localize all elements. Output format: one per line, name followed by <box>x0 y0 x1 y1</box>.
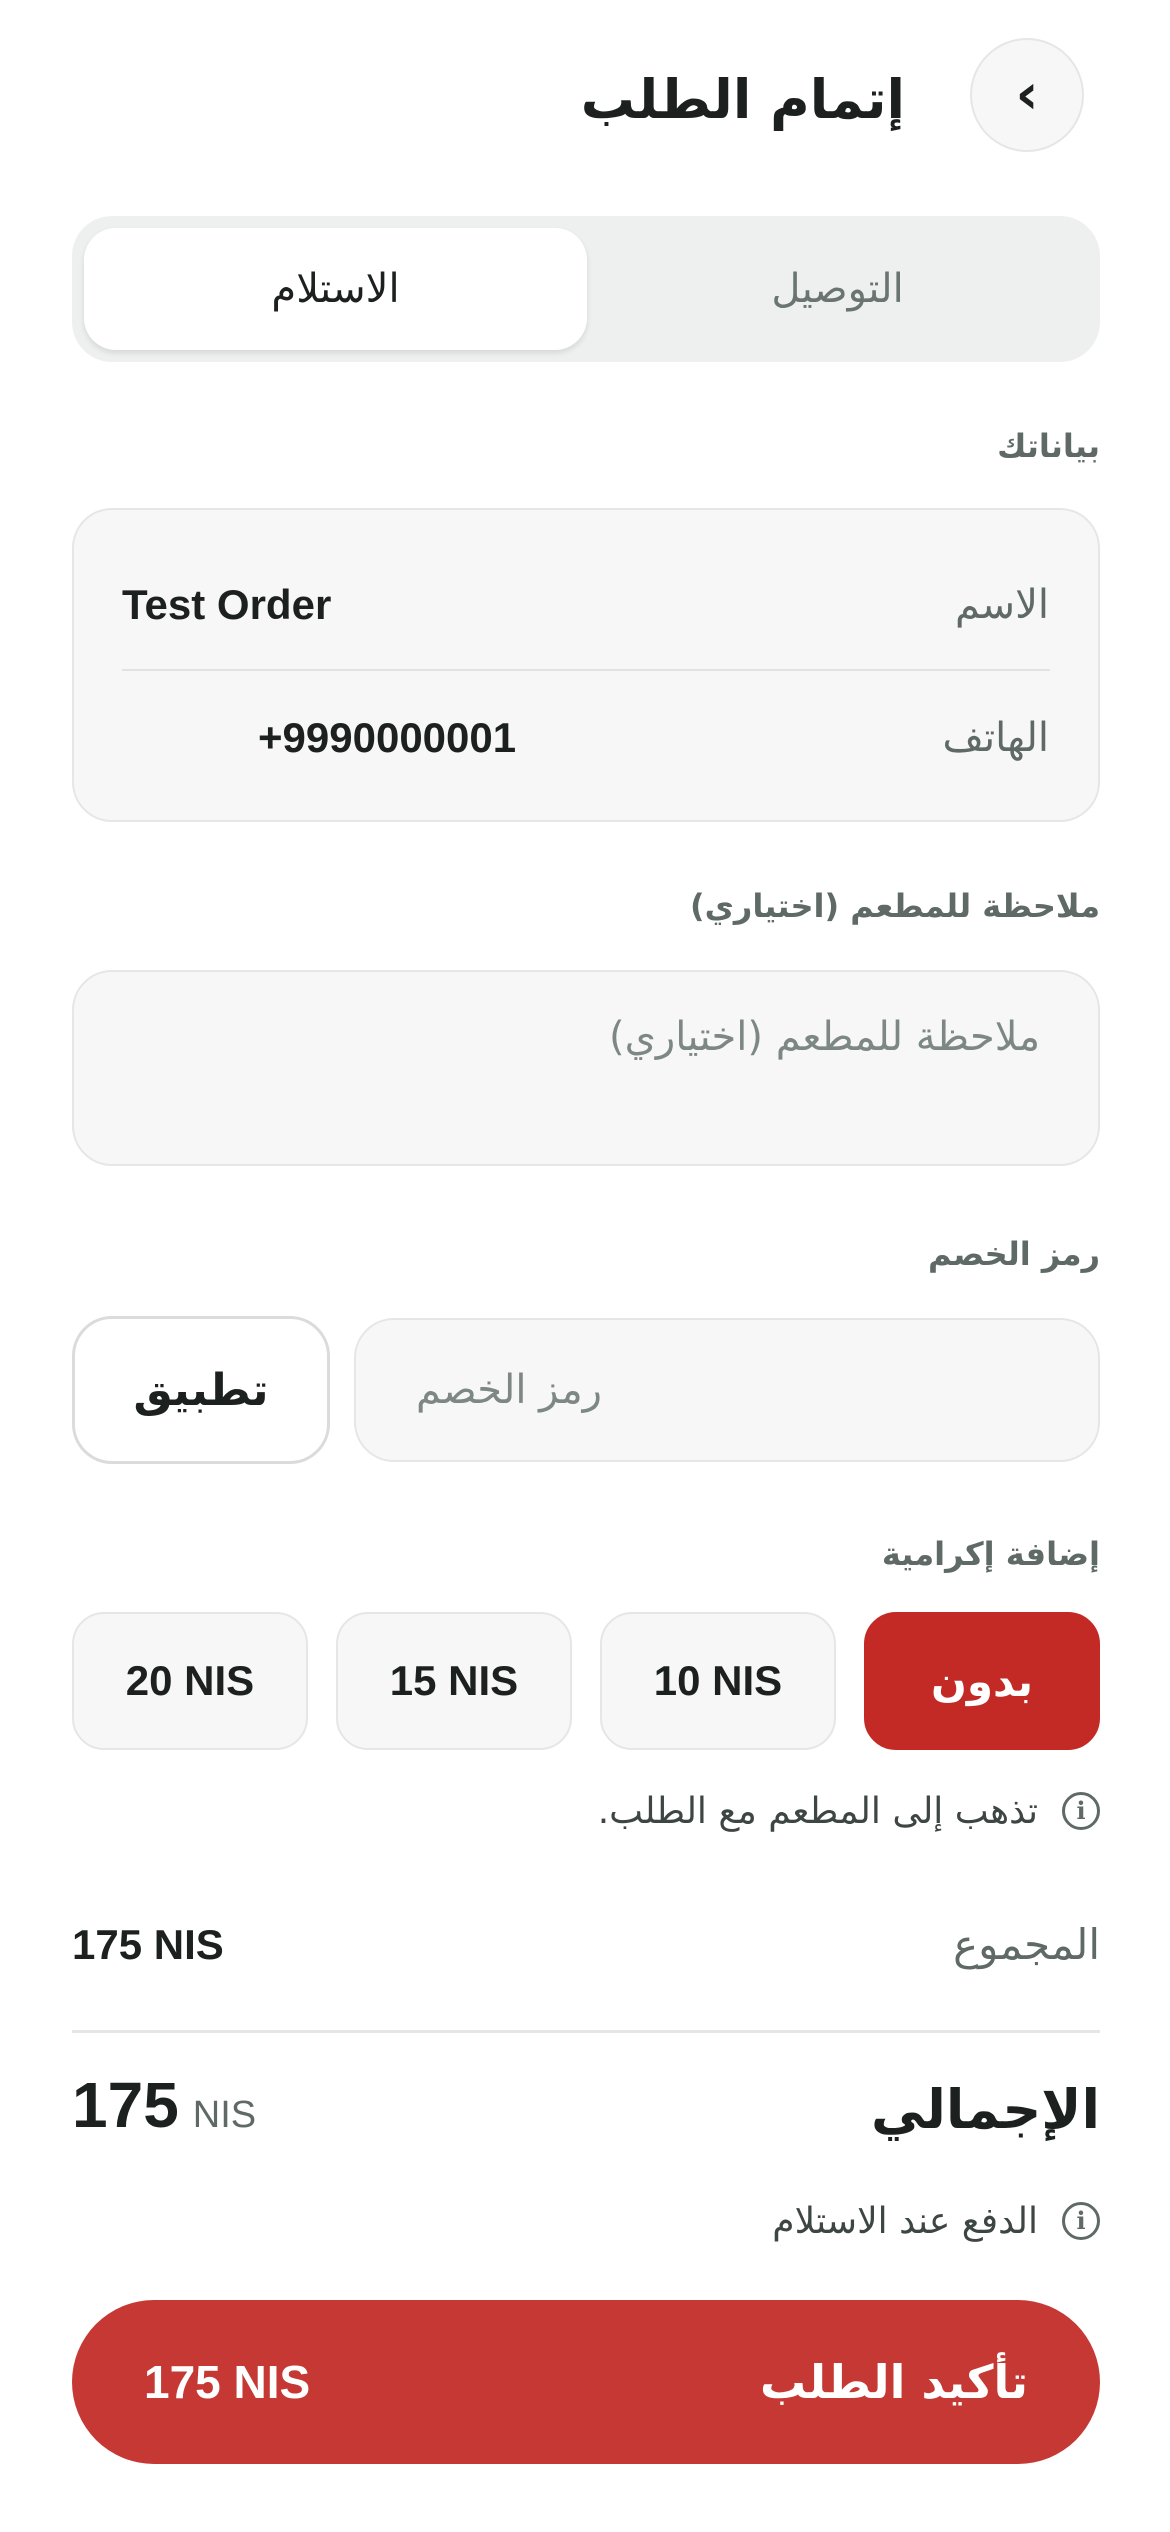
confirm-order-label: تأكيد الطلب <box>760 2355 1028 2409</box>
total-value: 175 NIS <box>72 2068 256 2152</box>
total-amount: 175 <box>72 2069 179 2141</box>
phone-value: +9990000001 <box>258 714 517 761</box>
total-currency: NIS <box>192 2094 257 2136</box>
tip-option-10[interactable]: 10 NIS <box>600 1612 836 1750</box>
customer-info-card <box>72 508 1100 822</box>
phone-label: الهاتف <box>942 715 1049 761</box>
discount-code-input[interactable]: رمز الخصم <box>354 1318 1100 1462</box>
note-section-label: ملاحظة للمطعم (اختياري) <box>689 887 1100 925</box>
payment-info-text: الدفع عند الاستلام <box>772 2200 1038 2242</box>
tip-info-line: i تذهب إلى المطعم مع الطلب. <box>598 1786 1100 1836</box>
tip-info-text: تذهب إلى المطعم مع الطلب. <box>597 1790 1038 1832</box>
tip-option-20[interactable]: 20 NIS <box>72 1612 308 1750</box>
info-divider <box>122 669 1050 671</box>
subtotal-label: المجموع <box>953 1920 1100 1969</box>
info-icon: i <box>1062 2202 1100 2240</box>
total-label: الإجمالي <box>870 2078 1100 2141</box>
tip-section-label: إضافة إكرامية <box>881 1535 1100 1573</box>
info-icon: i <box>1062 1792 1100 1830</box>
tip-option-none[interactable]: بدون <box>864 1612 1100 1750</box>
totals-divider <box>72 2030 1100 2033</box>
name-label: الاسم <box>954 582 1049 628</box>
confirm-order-amount: 175 NIS <box>144 2356 311 2408</box>
page-title: إتمام الطلب <box>580 68 905 131</box>
back-button[interactable]: › <box>970 38 1084 152</box>
chevron-right-icon: › <box>1015 62 1039 127</box>
tab-pickup[interactable]: الاستلام <box>84 228 587 350</box>
apply-discount-button[interactable]: تطبيق <box>72 1316 330 1464</box>
discount-section-label: رمز الخصم <box>928 1235 1100 1273</box>
subtotal-value: 175 NIS <box>72 1921 224 1968</box>
restaurant-note-field[interactable]: ملاحظة للمطعم (اختياري) <box>72 970 1100 1166</box>
confirm-order-button[interactable]: تأكيد الطلب 175 NIS <box>72 2300 1100 2464</box>
customer-section-label: بياناتك <box>997 427 1100 465</box>
tip-option-15[interactable]: 15 NIS <box>336 1612 572 1750</box>
payment-info-line: i الدفع عند الاستلام <box>772 2196 1100 2246</box>
tab-delivery[interactable]: التوصيل <box>587 228 1088 350</box>
name-value: Test Order <box>122 581 332 628</box>
